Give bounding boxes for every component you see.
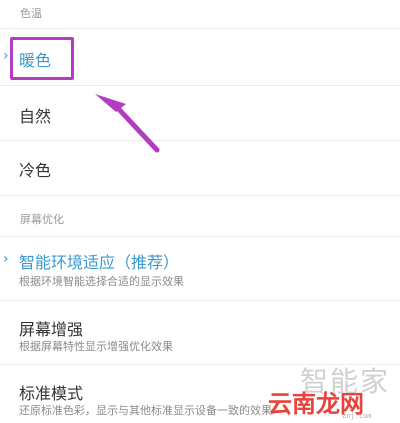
watermark-url: znj.com [342,412,372,420]
